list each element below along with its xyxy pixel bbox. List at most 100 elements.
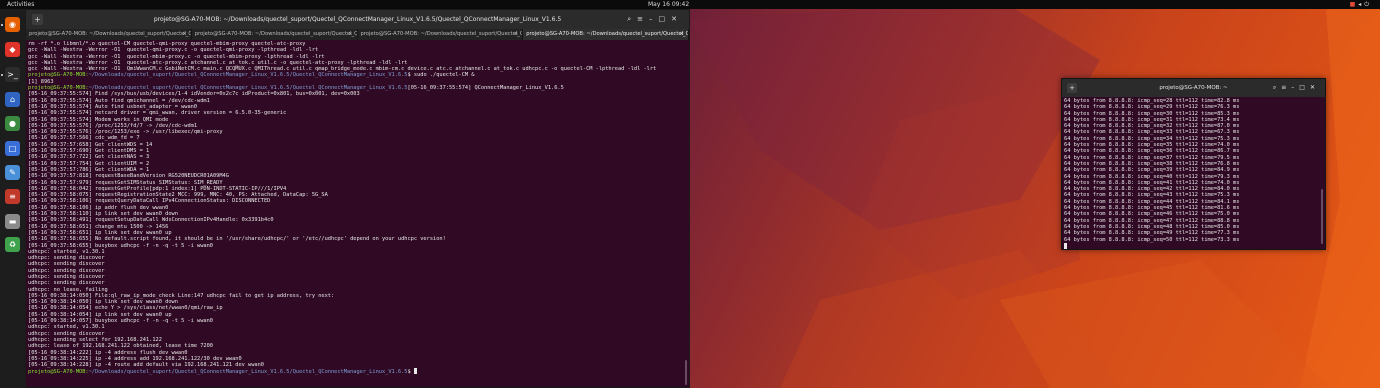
line-text: udhcpc: sending select for 192.168.241.1… bbox=[28, 336, 162, 343]
line-text: [05-16_09:37:58:655] No default.script f… bbox=[28, 236, 446, 243]
maximize-icon[interactable]: □ bbox=[659, 15, 672, 23]
line-text: 64 bytes from 8.8.8.8: icmp_seq=37 ttl=1… bbox=[1064, 154, 1240, 161]
main-terminal-titlebar[interactable]: + projeto@SG-A70-MOB: ~/Downloads/quecte… bbox=[26, 10, 689, 29]
line-text: [05-16_09:38:14:054] echo Y > /sys/class… bbox=[28, 305, 223, 312]
close-tab-icon[interactable]: × bbox=[680, 29, 684, 40]
line-text: 64 bytes from 8.8.8.8: icmp_seq=48 ttl=1… bbox=[1064, 223, 1240, 230]
network-icon: ■ bbox=[1349, 1, 1359, 8]
line-text: gcc -Wall -Wextra -Werror -O1 quectel-mb… bbox=[28, 53, 325, 60]
line-text: 64 bytes from 8.8.8.8: icmp_seq=31 ttl=1… bbox=[1064, 116, 1240, 123]
prompt-user: projeto@SG-A70-MOB: bbox=[28, 369, 89, 375]
line-text: [05-16_09:38:14:222] ip -4 address flush… bbox=[28, 349, 188, 356]
line-text: 64 bytes from 8.8.8.8: icmp_seq=28 ttl=1… bbox=[1064, 98, 1240, 104]
new-tab-icon[interactable]: + bbox=[32, 14, 43, 25]
line-text: gcc -Wall -Wextra -Werror -O1 quectel-at… bbox=[28, 59, 408, 66]
line-text: gcc -Wall -Wextra -Werror -O1 quectel-qm… bbox=[28, 47, 319, 54]
line-text: [1] 8963 bbox=[28, 78, 54, 85]
terminal-tab[interactable]: projeto@SG-A70-MOB: ~/Downloads/quectel_… bbox=[26, 29, 192, 40]
line-text: udhcpc: started, v1.30.1 bbox=[28, 248, 105, 255]
line-text: 64 bytes from 8.8.8.8: icmp_seq=42 ttl=1… bbox=[1064, 186, 1240, 193]
terminal-line bbox=[1064, 242, 1323, 249]
line-text: udhcpc: sending discover bbox=[28, 330, 105, 337]
prompt-path: ~/Downloads/quectel_suport/Quectel_QConn… bbox=[88, 369, 408, 375]
close-tab-icon[interactable]: × bbox=[348, 29, 352, 40]
new-tab-icon[interactable]: + bbox=[1067, 83, 1077, 93]
terminal-icon[interactable]: >_ bbox=[5, 67, 20, 82]
virtualbox-icon[interactable]: □ bbox=[5, 141, 20, 156]
main-terminal-title: projeto@SG-A70-MOB: ~/Downloads/quectel_… bbox=[153, 16, 562, 23]
dock: ◉ ◆ >_ ⌂ ● □ ✎ ≡ ▬ ♻ bbox=[0, 9, 25, 388]
firefox-icon[interactable]: ◉ bbox=[5, 17, 20, 32]
terminal-tab[interactable]: projeto@SG-A70-MOB: ~/Downloads/quectel_… bbox=[192, 29, 358, 40]
close-tab-icon[interactable]: × bbox=[514, 29, 518, 40]
ping-terminal-title: projeto@SG-A70-MOB: ~ bbox=[1159, 85, 1228, 91]
tab-label: projeto@SG-A70-MOB: ~/Downloads/quectel_… bbox=[194, 31, 357, 37]
running-indicator bbox=[1, 74, 3, 76]
line-text: [05-16_09:37:58:491] requestSetupDataCal… bbox=[28, 217, 274, 224]
terminal-tab[interactable]: projeto@SG-A70-MOB: ~/Downloads/quectel_… bbox=[358, 29, 524, 40]
terminal-tab[interactable]: projeto@SG-A70-MOB: ~/Downloads/quectel_… bbox=[523, 29, 689, 40]
close-icon[interactable]: ✕ bbox=[671, 15, 683, 23]
line-text: $ sudo ./quectel-CM & bbox=[407, 72, 475, 79]
search-icon[interactable]: ⌕ bbox=[627, 15, 637, 23]
line-text: [05-16_09:37:57:818] requestBaseBandVers… bbox=[28, 173, 229, 180]
line-text: [05-16_09:37:58:110] ip link set dev wwa… bbox=[28, 211, 178, 218]
main-terminal-output[interactable]: rm -rf *.o libmnl/*.o quectel-CM quectel… bbox=[26, 40, 689, 375]
text-cursor bbox=[413, 368, 417, 375]
line-text: [05-16_09:37:55:574] Modem works in QMI … bbox=[28, 116, 169, 123]
line-text: [05-16_09:38:14:228] ip -4 route add def… bbox=[28, 362, 264, 369]
line-text: 64 bytes from 8.8.8.8: icmp_seq=44 ttl=1… bbox=[1064, 198, 1240, 205]
prompt-path: ~/Downloads/quectel_suport/Quectel_QConn… bbox=[88, 85, 408, 92]
line-text: [05-16_09:38:14:050] ip link set dev wwa… bbox=[28, 299, 178, 306]
terminal-line: projeto@SG-A70-MOB:~/Downloads/quectel_s… bbox=[28, 368, 687, 375]
line-text: udhcpc: no lease, failing bbox=[28, 286, 108, 293]
search-icon[interactable]: ⌕ bbox=[1273, 84, 1281, 91]
line-text: rm -rf *.o libmnl/*.o quectel-CM quectel… bbox=[28, 41, 306, 47]
chrome-icon[interactable]: ● bbox=[5, 116, 20, 131]
scrollbar[interactable] bbox=[685, 360, 687, 385]
ping-terminal-window[interactable]: + projeto@SG-A70-MOB: ~ ⌕≡–□✕ 64 bytes f… bbox=[1061, 78, 1326, 250]
system-tray[interactable]: ■◂⏻ bbox=[1350, 0, 1372, 9]
menu-icon[interactable]: ≡ bbox=[1281, 84, 1291, 91]
minimize-icon[interactable]: – bbox=[649, 15, 659, 23]
line-text: 64 bytes from 8.8.8.8: icmp_seq=43 ttl=1… bbox=[1064, 192, 1240, 199]
network-tool-icon[interactable]: ⌂ bbox=[5, 92, 20, 107]
line-text: [05-16_09:37:58:655] busybox udhcpc -f -… bbox=[28, 242, 213, 249]
running-indicator bbox=[1, 24, 3, 26]
line-text: udhcpc: sending discover bbox=[28, 267, 105, 274]
files-icon[interactable]: ▬ bbox=[5, 214, 20, 229]
document-viewer-icon[interactable]: ≡ bbox=[5, 189, 20, 204]
power-icon: ⏻ bbox=[1364, 1, 1372, 8]
line-text: gcc -Wall -Wextra -Werror -O1 QmiWwanCM.… bbox=[28, 66, 657, 73]
maximize-icon[interactable]: □ bbox=[1299, 84, 1310, 91]
ping-terminal-output[interactable]: 64 bytes from 8.8.8.8: icmp_seq=28 ttl=1… bbox=[1062, 97, 1325, 249]
tab-label: projeto@SG-A70-MOB: ~/Downloads/quectel_… bbox=[360, 31, 523, 37]
line-text: [05-16_09:37:58:042] requestGetProfile[p… bbox=[28, 185, 287, 192]
scrollbar[interactable] bbox=[1321, 189, 1323, 244]
activities-button[interactable]: Activities bbox=[7, 0, 34, 9]
anydesk-icon[interactable]: ◆ bbox=[5, 42, 20, 57]
text-editor-icon[interactable]: ✎ bbox=[5, 165, 20, 180]
line-text: [05-16_09:37:55:574] QConnectManager_Lin… bbox=[407, 85, 564, 92]
line-text: [05-16_09:37:57:786] Get clientWDA = 1 bbox=[28, 166, 150, 173]
line-text: [05-16_09:37:57:658] Get clientWDS = 14 bbox=[28, 141, 153, 148]
line-text: [05-16_09:37:55:574] Find /sys/bus/usb/d… bbox=[28, 91, 360, 98]
trash-icon[interactable]: ♻ bbox=[5, 237, 20, 252]
prompt-user: projeto@SG-A70-MOB: bbox=[28, 72, 89, 79]
close-tab-icon[interactable]: × bbox=[182, 29, 186, 40]
line-text: [05-16_09:37:55:574] netcard driver = qm… bbox=[28, 110, 287, 117]
line-text: [05-16_09:37:58:106] ip addr flush dev w… bbox=[28, 204, 169, 211]
window-controls[interactable]: ⌕≡–□✕ bbox=[627, 10, 683, 29]
line-text: [05-16_09:37:55:576] /proc/1253/exe -> /… bbox=[28, 129, 223, 136]
terminal-tabs: projeto@SG-A70-MOB: ~/Downloads/quectel_… bbox=[26, 29, 689, 40]
window-controls[interactable]: ⌕≡–□✕ bbox=[1273, 79, 1320, 97]
menu-icon[interactable]: ≡ bbox=[637, 15, 649, 23]
close-icon[interactable]: ✕ bbox=[1310, 84, 1320, 91]
clock[interactable]: May 16 09:42 bbox=[648, 0, 689, 9]
line-text: [05-16_09:37:57:722] Get clientNAS = 3 bbox=[28, 154, 150, 161]
line-text: 64 bytes from 8.8.8.8: icmp_seq=39 ttl=1… bbox=[1064, 167, 1240, 174]
ping-terminal-titlebar[interactable]: + projeto@SG-A70-MOB: ~ ⌕≡–□✕ bbox=[1062, 79, 1325, 97]
main-terminal-window[interactable]: + projeto@SG-A70-MOB: ~/Downloads/quecte… bbox=[25, 9, 690, 388]
line-text: [05-16_09:37:58:651] change mtu 1500 -> … bbox=[28, 223, 169, 230]
prompt-path: ~/Downloads/quectel_suport/Quectel_QConn… bbox=[88, 72, 408, 79]
